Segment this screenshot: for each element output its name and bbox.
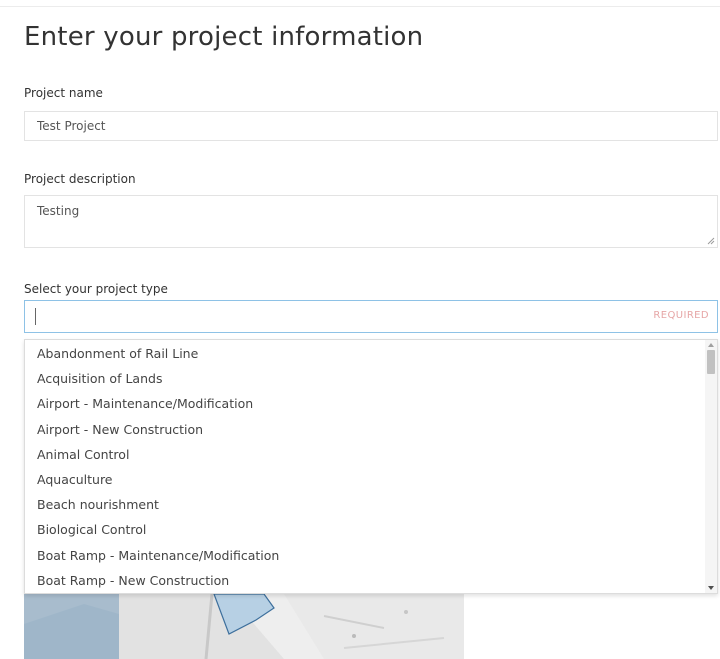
text-caret xyxy=(35,308,36,325)
project-type-label: Select your project type xyxy=(24,282,168,296)
top-divider xyxy=(0,6,720,7)
scroll-up-icon[interactable] xyxy=(708,343,714,347)
dropdown-option[interactable]: Abandonment of Rail Line xyxy=(25,341,705,366)
dropdown-option[interactable]: Beach nourishment xyxy=(25,492,705,517)
dropdown-option[interactable]: Animal Control xyxy=(25,442,705,467)
dropdown-option[interactable]: Boat Ramp - Maintenance/Modification xyxy=(25,543,705,568)
page-title: Enter your project information xyxy=(24,22,424,52)
required-indicator: REQUIRED xyxy=(653,310,709,321)
scroll-down-icon[interactable] xyxy=(708,586,714,590)
map-background xyxy=(24,594,464,659)
project-name-input[interactable] xyxy=(24,111,718,141)
dropdown-option[interactable]: Aquaculture xyxy=(25,467,705,492)
project-type-options: Abandonment of Rail Line Acquisition of L… xyxy=(25,341,705,593)
dropdown-option[interactable]: Airport - Maintenance/Modification xyxy=(25,391,705,416)
dropdown-scrollbar[interactable] xyxy=(705,340,717,593)
scroll-thumb[interactable] xyxy=(707,350,715,374)
project-description-label: Project description xyxy=(24,172,136,186)
project-type-dropdown[interactable]: Abandonment of Rail Line Acquisition of L… xyxy=(24,339,718,594)
dropdown-option[interactable]: Airport - New Construction xyxy=(25,417,705,442)
resize-grip-icon[interactable] xyxy=(706,236,715,245)
dropdown-option[interactable]: Boat Ramp - New Construction xyxy=(25,568,705,593)
project-name-label: Project name xyxy=(24,86,103,100)
project-type-input[interactable] xyxy=(33,304,637,331)
project-type-combobox[interactable]: REQUIRED xyxy=(24,300,718,333)
dropdown-option[interactable]: Biological Control xyxy=(25,517,705,542)
project-description-textarea[interactable]: Testing xyxy=(24,195,718,248)
dropdown-option[interactable]: Acquisition of Lands xyxy=(25,366,705,391)
